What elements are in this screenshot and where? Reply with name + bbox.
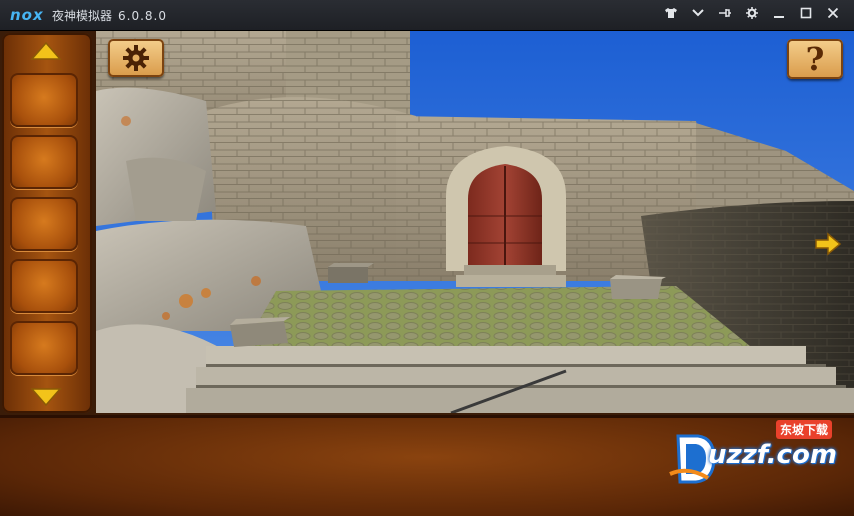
inventory-panel xyxy=(2,33,92,413)
shirt-icon[interactable] xyxy=(657,6,684,24)
emulator-titlebar: nox 夜神模拟器 6.0.8.0 xyxy=(0,0,854,31)
minimize-icon[interactable] xyxy=(765,6,792,24)
uzzf-cn-label: 东坡下载 xyxy=(776,420,833,439)
uzzf-domain: uzzf.com xyxy=(708,440,837,470)
uzzf-watermark: 东坡下载 uzzf.com xyxy=(668,418,848,498)
pin-icon[interactable] xyxy=(711,6,738,24)
inventory-slot-5[interactable] xyxy=(10,321,78,375)
castle-scene-art xyxy=(96,31,854,413)
stone-box-upper[interactable] xyxy=(328,263,374,283)
gear-icon xyxy=(123,45,149,71)
inventory-down-arrow-icon[interactable] xyxy=(30,387,62,407)
inventory-up-arrow-icon[interactable] xyxy=(30,41,62,61)
help-button[interactable]: ? xyxy=(787,39,843,79)
stone-box-right[interactable] xyxy=(610,275,666,299)
nox-logo: nox xyxy=(10,6,44,24)
settings-button[interactable] xyxy=(108,39,164,77)
titlebar-controls xyxy=(657,6,846,24)
app-version: 6.0.8.0 xyxy=(118,9,167,23)
inventory-slots xyxy=(10,73,82,383)
chevron-down-icon[interactable] xyxy=(684,6,711,24)
inventory-slot-1[interactable] xyxy=(10,73,78,127)
inventory-slot-2[interactable] xyxy=(10,135,78,189)
castle-scene[interactable] xyxy=(96,31,854,413)
inventory-slot-4[interactable] xyxy=(10,259,78,313)
close-icon[interactable] xyxy=(819,6,846,24)
stone-box-left[interactable] xyxy=(230,317,290,347)
help-question-icon: ? xyxy=(805,40,825,78)
inventory-slot-3[interactable] xyxy=(10,197,78,251)
settings-gear-icon[interactable] xyxy=(738,6,765,24)
app-name: 夜神模拟器 xyxy=(52,9,113,23)
next-scene-arrow-icon[interactable] xyxy=(814,232,842,256)
app-title: 夜神模拟器 6.0.8.0 xyxy=(52,7,167,24)
maximize-icon[interactable] xyxy=(792,6,819,24)
